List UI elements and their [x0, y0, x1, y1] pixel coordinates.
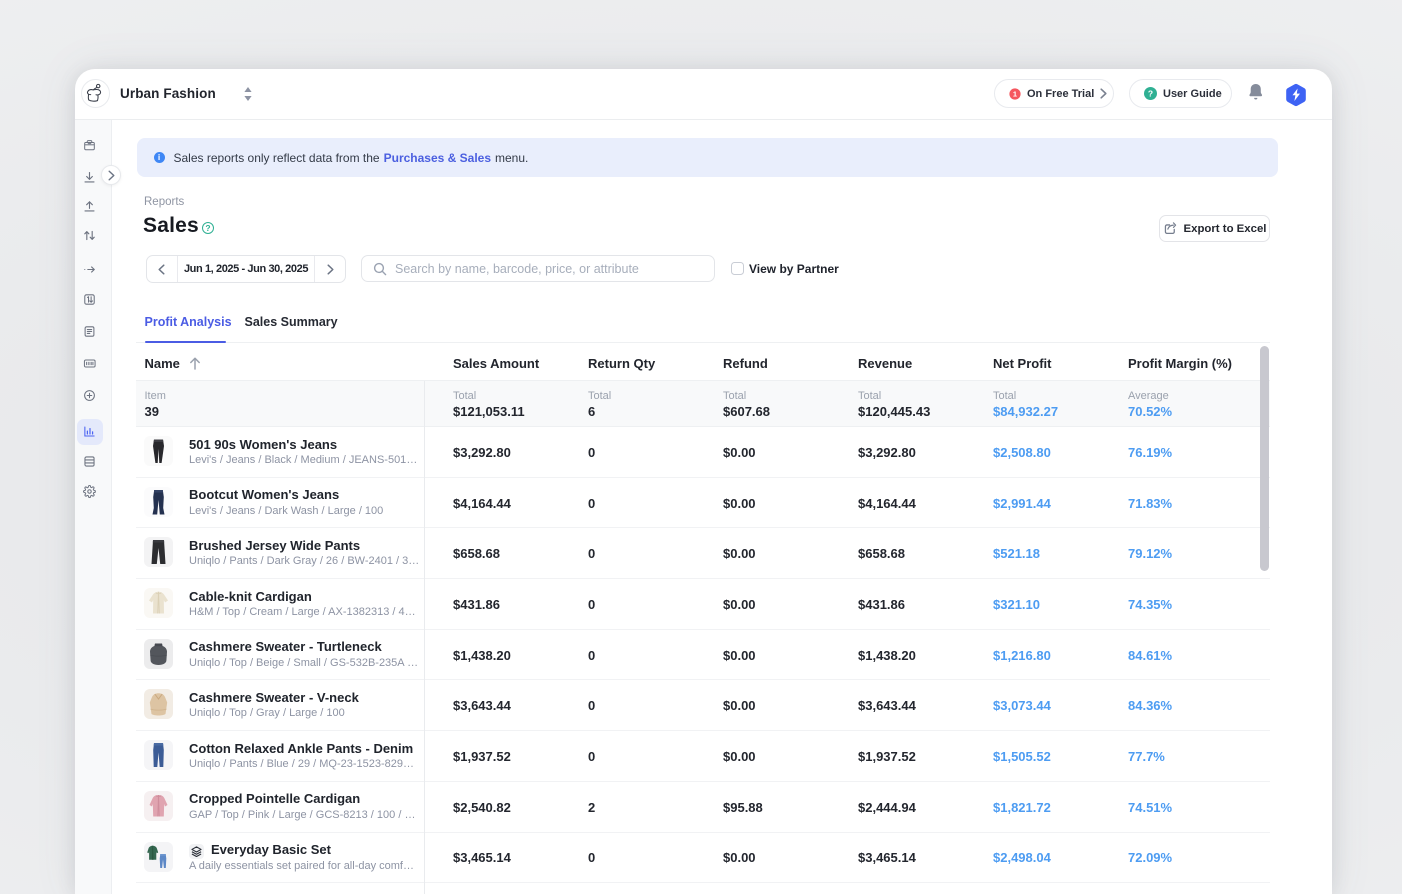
- svg-text:?: ?: [1148, 88, 1153, 98]
- svg-text:1: 1: [1013, 89, 1017, 98]
